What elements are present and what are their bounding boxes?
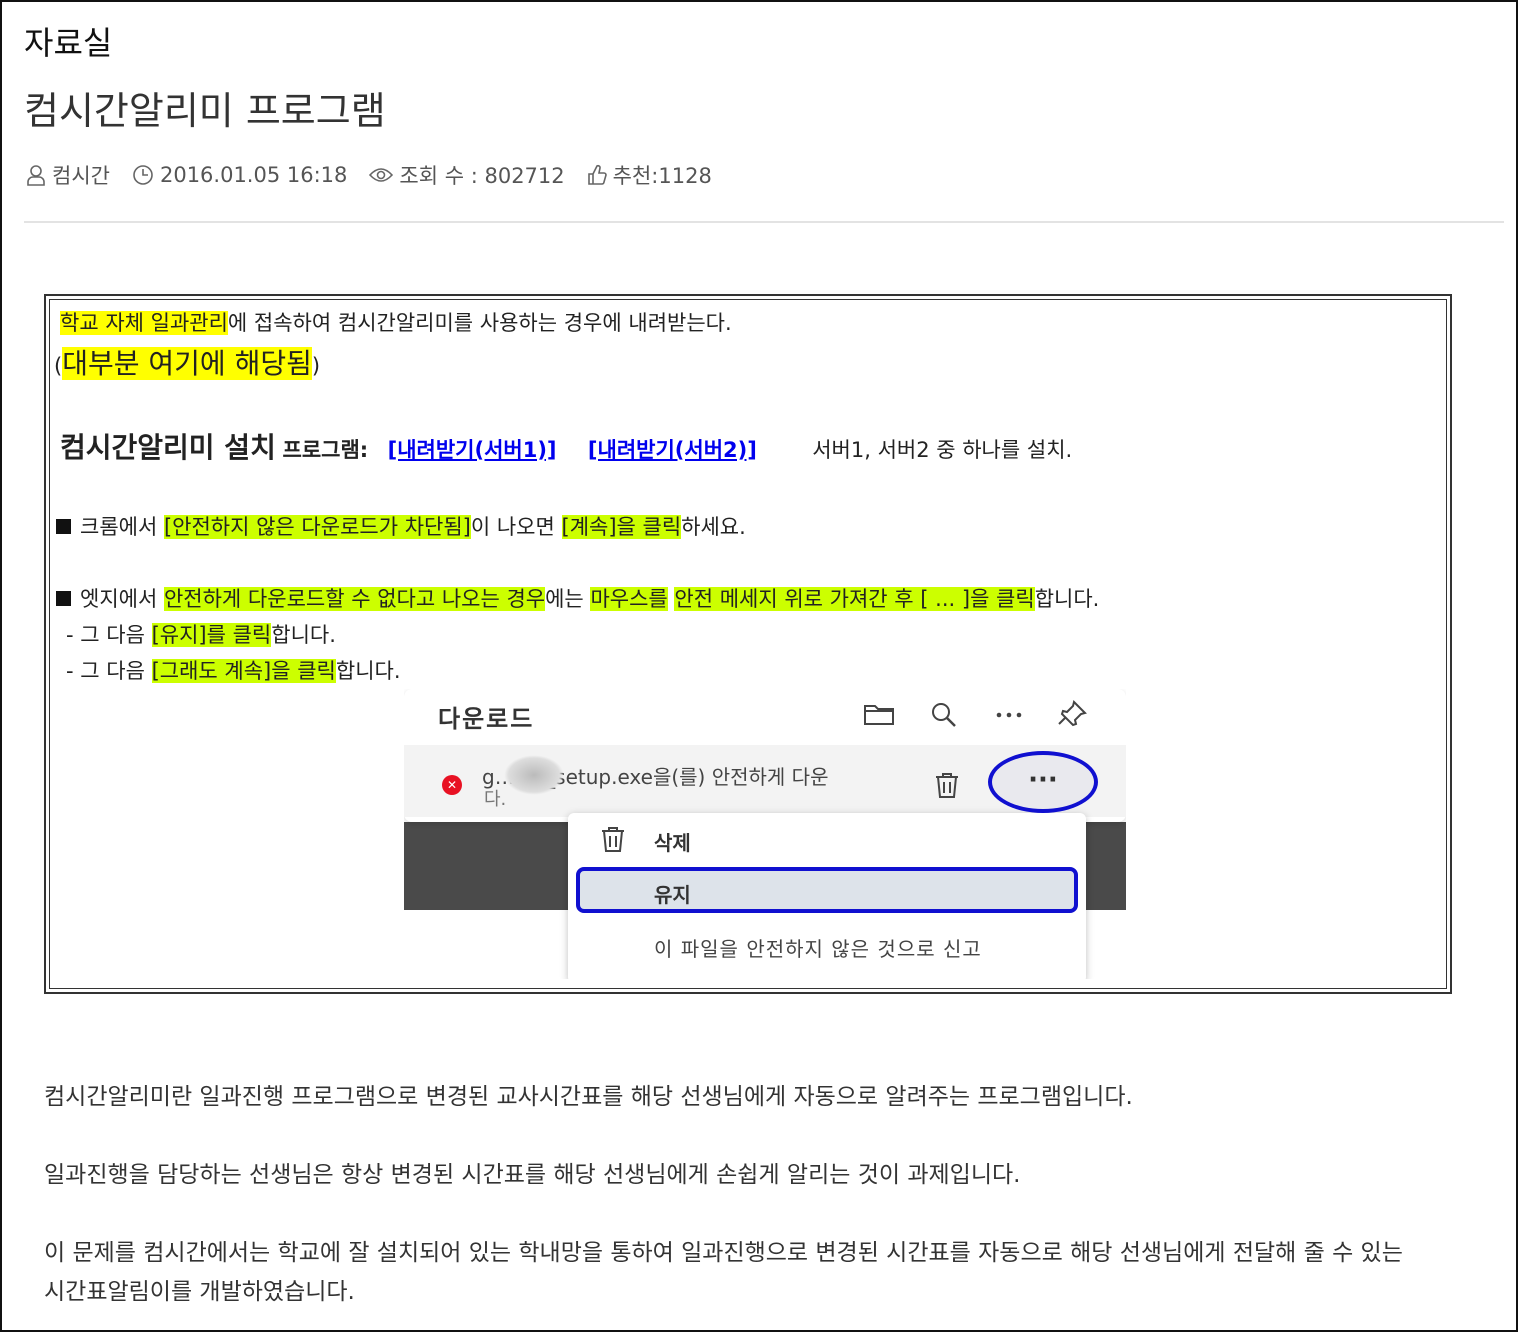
author-name: 컴시간 [52, 164, 110, 188]
paren-close: ) [311, 354, 321, 378]
edge-text-b: 에는 [545, 587, 591, 611]
post-meta: 컴시간 2016.01.05 16:18 조회 수 : 802712 추천:11… [26, 160, 734, 190]
menu-item-keep-label: 유지 [654, 883, 691, 907]
error-icon: ✕ [442, 775, 462, 795]
eye-icon [369, 168, 394, 182]
download-file-name-wrap: 다. [484, 789, 507, 810]
meta-views: 조회 수 : 802712 [369, 160, 565, 190]
chrome-text-c: 하세요. [681, 515, 746, 539]
menu-item-delete[interactable]: 삭제 [654, 827, 691, 856]
body-paragraph-1: 컴시간알리미란 일과진행 프로그램으로 변경된 교사시간표를 해당 선생님에게 … [44, 1084, 1133, 1110]
user-icon [27, 165, 45, 186]
install-title: 컴시간알리미 설치 [60, 431, 276, 464]
program-label: 프로그램: [282, 438, 369, 462]
menu-item-keep[interactable]: 유지 [576, 867, 1078, 913]
highlight-mostly-applies: 대부분 여기에 해당됨 [62, 347, 312, 380]
header-divider [24, 221, 1504, 223]
pin-icon[interactable] [1056, 699, 1090, 729]
post-datetime: 2016.01.05 16:18 [159, 163, 348, 187]
paren-open: ( [54, 354, 63, 378]
section-title: 자료실 [24, 24, 113, 62]
folder-icon[interactable] [862, 699, 896, 729]
edge-download-screenshot: 다운로드 ✕ g…log_setup.exe을(를) 안전하게 다운 다. 삭제… [404, 689, 1126, 979]
chrome-text-b: 이 나오면 [470, 515, 562, 539]
like-count: 추천:1128 [612, 164, 712, 188]
edge-text-a: 엣지에서 [80, 587, 164, 611]
search-icon[interactable] [928, 699, 960, 729]
body-paragraph-3-line-2: 시간표알림이를 개발하였습니다. [44, 1279, 355, 1305]
clock-icon [133, 165, 153, 185]
body-paragraph-2: 일과진행을 담당하는 선생님은 항상 변경된 시간표를 해당 선생님에게 손쉽게… [44, 1162, 1021, 1188]
download-server1-link[interactable]: [내려받기(서버1)] [388, 438, 557, 462]
highlight-school-manage: 학교 자체 일과관리 [60, 311, 228, 335]
meta-date: 2016.01.05 16:18 [132, 163, 347, 187]
chrome-text-a: 크롬에서 [80, 515, 164, 539]
highlight-edge-click-more: 안전 메세지 위로 가져간 후 [ ... ]을 클릭 [674, 587, 1035, 611]
menu-item-report-unsafe[interactable]: 이 파일을 안전하지 않은 것으로 신고 [654, 933, 982, 962]
highlight-click-keep: [유지]를 클릭 [151, 623, 272, 647]
edge-instruction: 엣지에서 안전하게 다운로드할 수 없다고 나오는 경우에는 마우스를 안전 메… [56, 583, 1099, 613]
step-keep: - 그 다음 [유지]를 클릭합니다. [66, 619, 336, 649]
download-context-menu: 삭제 유지 이 파일을 안전하지 않은 것으로 신고 [568, 813, 1086, 979]
page-title: 컴시간알리미 프로그램 [24, 89, 386, 133]
bullet-square [56, 591, 71, 606]
bullet-square [56, 519, 71, 534]
highlight-edge-mouse: 마우스를 [590, 587, 668, 611]
body-paragraph-3-line-1: 이 문제를 컴시간에서는 학교에 잘 설치되어 있는 학내망을 통하여 일과진행… [44, 1240, 1403, 1266]
view-count: 조회 수 : 802712 [399, 164, 565, 188]
download-panel-title: 다운로드 [438, 705, 535, 733]
install-note: 서버1, 서버2 중 하나를 설치. [812, 438, 1073, 462]
more-actions-button[interactable]: ··· [988, 751, 1098, 813]
thumbs-up-icon [587, 164, 607, 185]
highlight-click-continue-anyway: [그래도 계속]을 클릭 [151, 659, 336, 683]
install-line: 컴시간알리미 설치 프로그램: [내려받기(서버1)] [내려받기(서버2)] … [60, 426, 1072, 466]
more-icon[interactable] [992, 699, 1026, 729]
step-keep-text-b: 합니다. [271, 623, 336, 647]
meta-likes[interactable]: 추천:1128 [587, 160, 712, 190]
step-continue: - 그 다음 [그래도 계속]을 클릭합니다. [66, 655, 401, 685]
notice-line-2: (대부분 여기에 해당됨) [54, 342, 320, 382]
step-keep-text-a: - 그 다음 [66, 623, 152, 647]
notice-line-1: 학교 자체 일과관리에 접속하여 컴시간알리미를 사용하는 경우에 내려받는다. [60, 307, 732, 337]
trash-icon[interactable] [932, 769, 962, 801]
highlight-edge-unsafe: 안전하게 다운로드할 수 없다고 나오는 경우 [163, 587, 546, 611]
blurred-filename [504, 755, 564, 795]
delete-trash-icon [602, 827, 624, 852]
notice-line-1-text: 에 접속하여 컴시간알리미를 사용하는 경우에 내려받는다. [227, 311, 732, 335]
step-continue-text-b: 합니다. [335, 659, 401, 683]
download-server2-link[interactable]: [내려받기(서버2)] [588, 438, 757, 462]
chrome-instruction: 크롬에서 [안전하지 않은 다운로드가 차단됨]이 나오면 [계속]을 클릭하세… [56, 511, 746, 541]
highlight-chrome-continue: [계속]을 클릭 [561, 515, 682, 539]
step-continue-text-a: - 그 다음 [66, 659, 152, 683]
edge-text-c: 합니다. [1034, 587, 1100, 611]
highlight-chrome-blocked: [안전하지 않은 다운로드가 차단됨] [163, 515, 471, 539]
meta-author[interactable]: 컴시간 [26, 160, 110, 190]
